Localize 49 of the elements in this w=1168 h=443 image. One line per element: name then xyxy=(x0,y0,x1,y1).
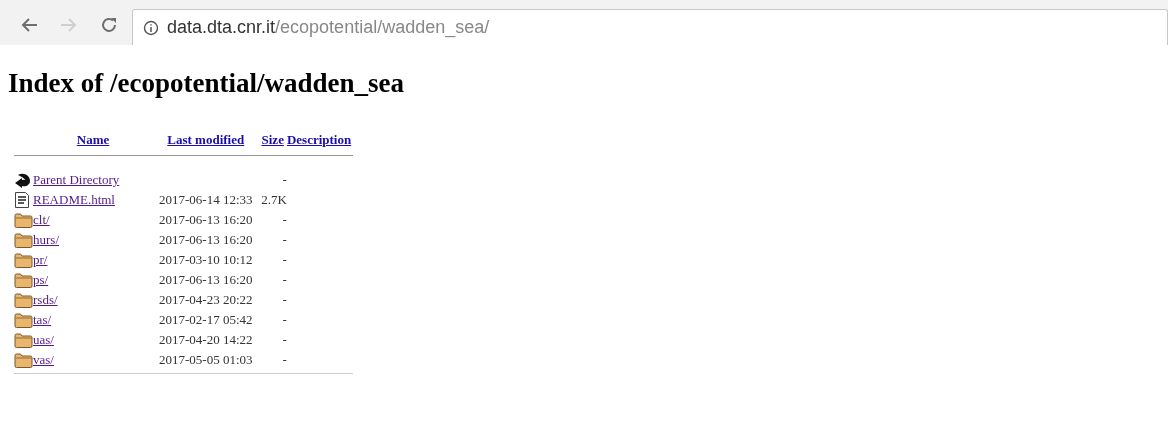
size-text: - xyxy=(282,272,287,288)
size-text: - xyxy=(282,212,287,228)
folder-link[interactable]: vas/ xyxy=(33,352,54,368)
folder-link[interactable]: pr/ xyxy=(33,252,48,268)
folder-icon xyxy=(14,292,33,308)
size-text: - xyxy=(282,232,287,248)
size-text: - xyxy=(282,312,287,328)
folder-link[interactable]: hurs/ xyxy=(33,232,59,248)
size-text: - xyxy=(282,252,287,268)
back-arrow-icon[interactable] xyxy=(20,17,38,33)
date-text: 2017-02-17 05:42 xyxy=(159,312,253,328)
file-link[interactable]: README.html xyxy=(33,192,115,208)
url-text[interactable]: data.dta.cnr.it/ecopotential/wadden_sea/ xyxy=(167,14,490,41)
folder-icon xyxy=(14,352,33,368)
column-header-link[interactable]: Name xyxy=(76,131,110,147)
folder-link[interactable]: tas/ xyxy=(33,312,52,328)
date-text: 2017-04-20 14:22 xyxy=(159,332,253,348)
parent-directory-link[interactable]: Parent Directory xyxy=(33,172,120,188)
folder-icon xyxy=(14,272,33,288)
size-text: - xyxy=(282,292,287,308)
page-heading: Index of /ecopotential/wadden_sea xyxy=(8,67,405,100)
folder-link[interactable]: rsds/ xyxy=(33,292,58,308)
document-icon xyxy=(14,191,30,209)
folder-icon xyxy=(14,232,33,248)
date-text: 2017-05-05 01:03 xyxy=(159,352,253,368)
back-arrow-icon xyxy=(14,172,32,188)
reload-icon[interactable] xyxy=(100,16,118,34)
folder-link[interactable]: ps/ xyxy=(33,272,49,288)
date-text: 2017-06-13 16:20 xyxy=(159,212,253,228)
folder-icon xyxy=(14,312,33,328)
size-text: - xyxy=(282,352,287,368)
size-text: 2.7K xyxy=(261,192,287,208)
size-text: - xyxy=(282,172,287,188)
folder-link[interactable]: clt/ xyxy=(33,212,50,228)
column-header-link[interactable]: Description xyxy=(286,131,352,147)
column-header-link[interactable]: Size xyxy=(261,131,284,147)
date-text: 2017-03-10 10:12 xyxy=(159,252,253,268)
folder-icon xyxy=(14,252,33,268)
date-text: 2017-06-14 12:33 xyxy=(159,192,253,208)
date-text: 2017-04-23 20:22 xyxy=(159,292,253,308)
date-text: 2017-06-13 16:20 xyxy=(159,272,253,288)
folder-icon xyxy=(14,332,33,348)
folder-icon xyxy=(14,212,33,228)
date-text: 2017-06-13 16:20 xyxy=(159,232,253,248)
folder-link[interactable]: uas/ xyxy=(33,332,54,348)
info-icon[interactable] xyxy=(143,19,159,36)
size-text: - xyxy=(282,332,287,348)
column-header-link[interactable]: Last modified xyxy=(167,131,245,147)
address-bar[interactable]: data.dta.cnr.it/ecopotential/wadden_sea/ xyxy=(132,9,1168,45)
